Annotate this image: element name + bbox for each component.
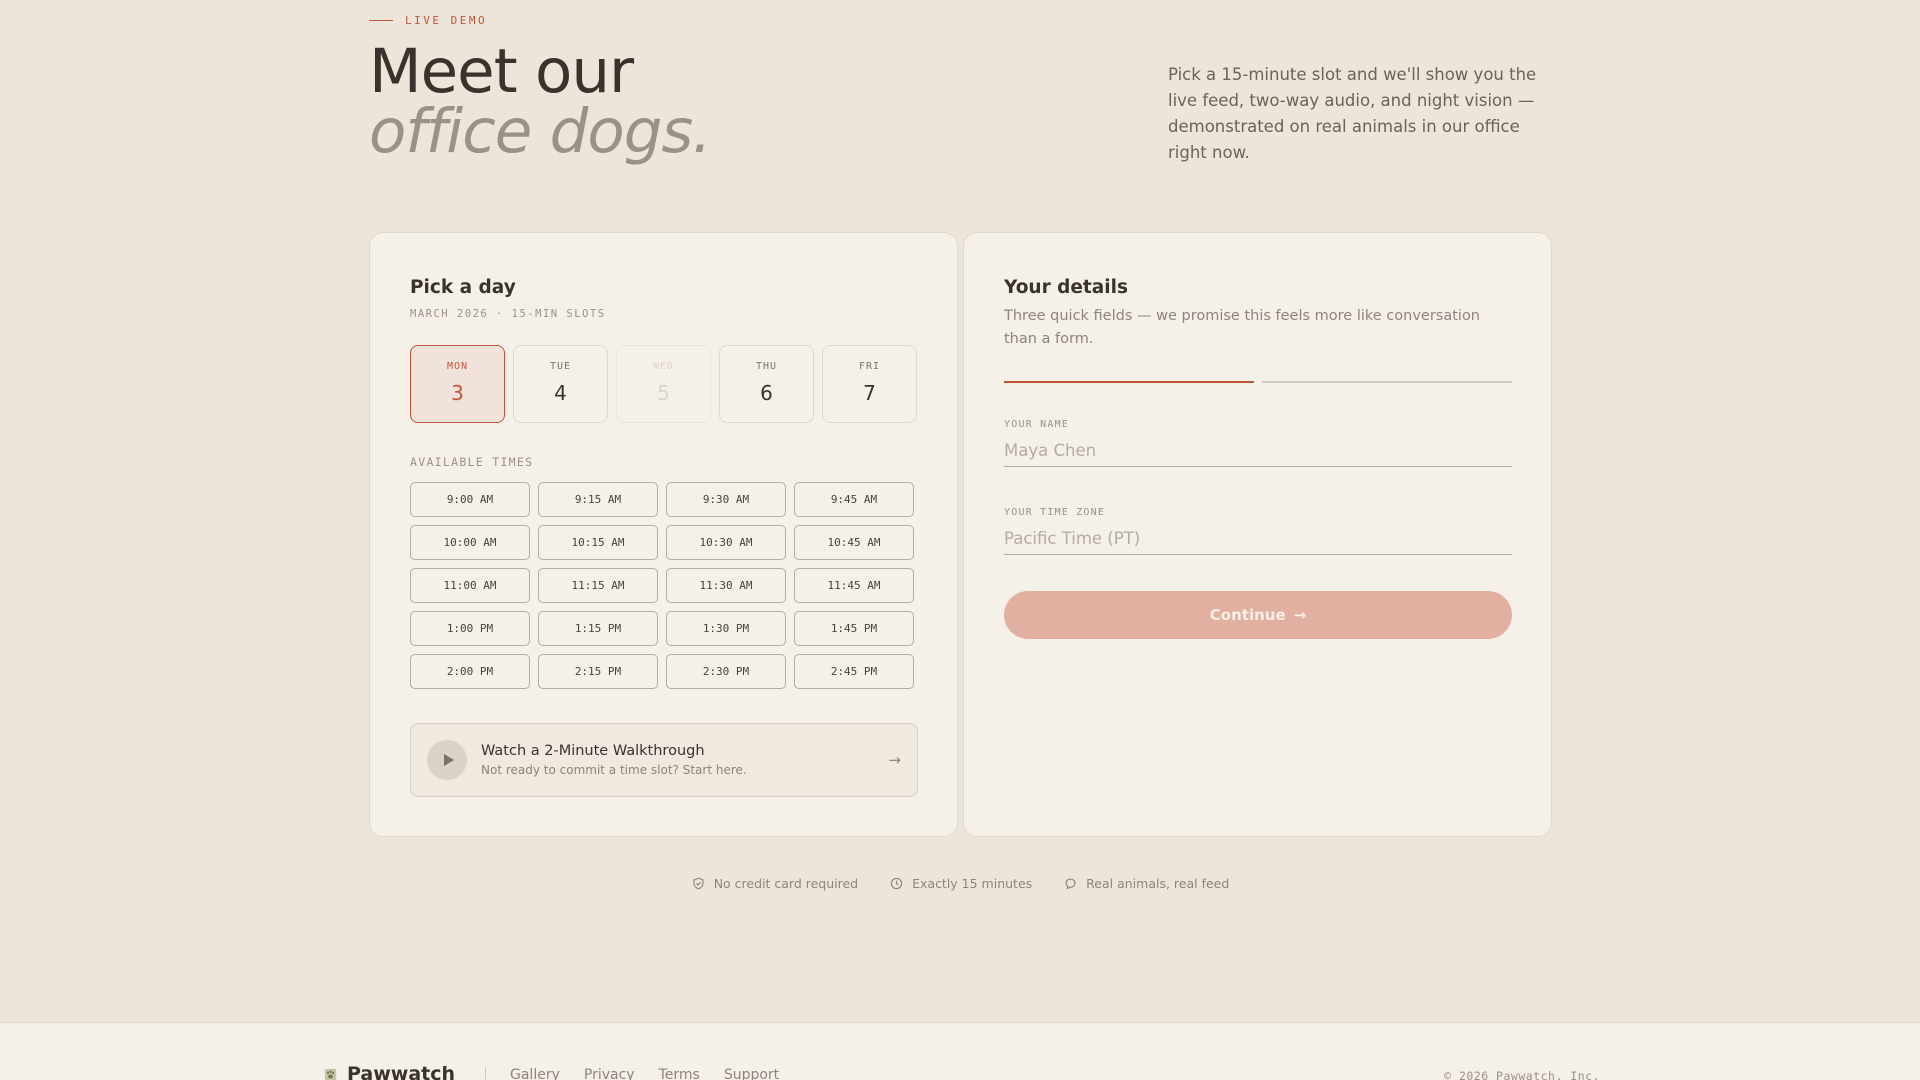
assurance-item: No credit card required [692, 876, 858, 891]
assurance-list: No credit card required Exactly 15 minut… [369, 876, 1552, 891]
play-icon [427, 740, 467, 780]
arrow-right-icon: → [888, 751, 901, 769]
walkthrough-text: Watch a 2-Minute Walkthrough Not ready t… [481, 743, 888, 777]
schedule-card: Pick a day MARCH 2026 · 15-MIN SLOTS MON… [369, 232, 958, 837]
details-card: Your details Three quick fields — we pro… [963, 232, 1552, 837]
day-number: 3 [451, 381, 464, 405]
schedule-title: Pick a day [410, 277, 516, 298]
available-times-label: AVAILABLE TIMES [410, 455, 534, 469]
footer-link-privacy[interactable]: Privacy [584, 1067, 635, 1080]
day-weekday: WED [652, 361, 675, 372]
time-slot-button[interactable]: 9:15 AM [538, 482, 658, 517]
day-weekday: FRI [858, 361, 881, 372]
day-option-fri[interactable]: FRI 7 [822, 345, 917, 423]
time-slot-button[interactable]: 9:30 AM [666, 482, 786, 517]
day-weekday: MON [446, 361, 469, 372]
hero-description: Pick a 15-minute slot and we'll show you… [1168, 65, 1537, 162]
timezone-label: YOUR TIME ZONE [1004, 507, 1106, 518]
day-option-tue[interactable]: TUE 4 [513, 345, 608, 423]
time-slot-button[interactable]: 1:45 PM [794, 611, 914, 646]
form-progress [1004, 381, 1512, 383]
footer-brand[interactable]: Pawwatch [324, 1063, 455, 1080]
assurance-text: Exactly 15 minutes [912, 876, 1033, 891]
time-slot-button[interactable]: 10:15 AM [538, 525, 658, 560]
time-slot-button[interactable]: 11:45 AM [794, 568, 914, 603]
brand-name: Pawwatch [347, 1063, 456, 1080]
time-slot-button[interactable]: 11:30 AM [666, 568, 786, 603]
eyebrow-label: LIVE DEMO [405, 14, 488, 27]
assurance-text: Real animals, real feed [1086, 876, 1230, 891]
day-number: 4 [554, 381, 567, 405]
arrow-right-icon: → [1293, 606, 1307, 624]
chat-icon [1065, 878, 1076, 890]
clock-icon [890, 877, 903, 890]
continue-button[interactable]: Continue → [1004, 591, 1512, 639]
walkthrough-title: Watch a 2-Minute Walkthrough [481, 743, 705, 759]
shield-icon [693, 877, 704, 890]
assurance-text: No credit card required [713, 876, 859, 891]
time-slot-button[interactable]: 2:45 PM [794, 654, 914, 689]
time-slot-button[interactable]: 1:00 PM [410, 611, 530, 646]
name-input[interactable] [1004, 435, 1512, 467]
day-number: 6 [760, 381, 773, 405]
eyebrow: LIVE DEMO [369, 14, 487, 27]
time-slot-button[interactable]: 11:15 AM [538, 568, 658, 603]
day-weekday: THU [755, 361, 778, 372]
site-footer: Pawwatch Gallery Privacy Terms Support ©… [0, 1022, 1920, 1080]
time-slot-button[interactable]: 1:30 PM [666, 611, 786, 646]
footer-link-terms[interactable]: Terms [659, 1067, 700, 1080]
progress-step-2 [1262, 381, 1512, 383]
name-label: YOUR NAME [1004, 419, 1069, 430]
copyright: © 2026 Pawwatch, Inc. [1444, 1069, 1600, 1080]
eyebrow-line [369, 20, 393, 21]
footer-link-gallery[interactable]: Gallery [510, 1067, 560, 1080]
time-slot-button[interactable]: 1:15 PM [538, 611, 658, 646]
details-subtitle: Three quick fields — we promise this fee… [1004, 308, 1481, 347]
time-slot-button[interactable]: 2:15 PM [538, 654, 658, 689]
day-number: 7 [863, 381, 876, 405]
day-picker: MON 3 TUE 4 WED 5 THU 6 FRI 7 [410, 345, 917, 423]
footer-divider [485, 1067, 486, 1080]
time-slot-button[interactable]: 10:30 AM [666, 525, 786, 560]
timezone-input[interactable] [1004, 523, 1512, 555]
time-slot-button[interactable]: 11:00 AM [410, 568, 530, 603]
assurance-item: Exactly 15 minutes [890, 876, 1032, 891]
continue-label: Continue [1209, 606, 1286, 624]
day-option-mon[interactable]: MON 3 [410, 345, 505, 423]
page-title-line2: office dogs. [369, 96, 712, 167]
page-container: LIVE DEMO Meet our office dogs. Pick a 1… [369, 0, 1552, 1022]
page-title: Meet our office dogs. [369, 41, 712, 167]
time-slot-button[interactable]: 10:45 AM [794, 525, 914, 560]
day-weekday: TUE [549, 361, 572, 372]
paw-logo-icon [324, 1068, 337, 1080]
time-slot-button[interactable]: 2:00 PM [410, 654, 530, 689]
time-slot-button[interactable]: 2:30 PM [666, 654, 786, 689]
walkthrough-subtitle: Not ready to commit a time slot? Start h… [481, 763, 747, 777]
day-number: 5 [657, 381, 670, 405]
time-slot-button[interactable]: 10:00 AM [410, 525, 530, 560]
day-option-thu[interactable]: THU 6 [719, 345, 814, 423]
footer-nav: Gallery Privacy Terms Support [510, 1067, 779, 1080]
time-slot-grid: 9:00 AM 9:15 AM 9:30 AM 9:45 AM 10:00 AM… [410, 482, 914, 689]
footer-link-support[interactable]: Support [724, 1067, 779, 1080]
progress-step-1 [1004, 381, 1254, 383]
time-slot-button[interactable]: 9:00 AM [410, 482, 530, 517]
schedule-subtitle: MARCH 2026 · 15-MIN SLOTS [410, 308, 606, 320]
walkthrough-link[interactable]: Watch a 2-Minute Walkthrough Not ready t… [410, 723, 918, 797]
day-option-wed: WED 5 [616, 345, 711, 423]
assurance-item: Real animals, real feed [1064, 876, 1229, 891]
details-title: Your details [1004, 277, 1128, 298]
time-slot-button[interactable]: 9:45 AM [794, 482, 914, 517]
